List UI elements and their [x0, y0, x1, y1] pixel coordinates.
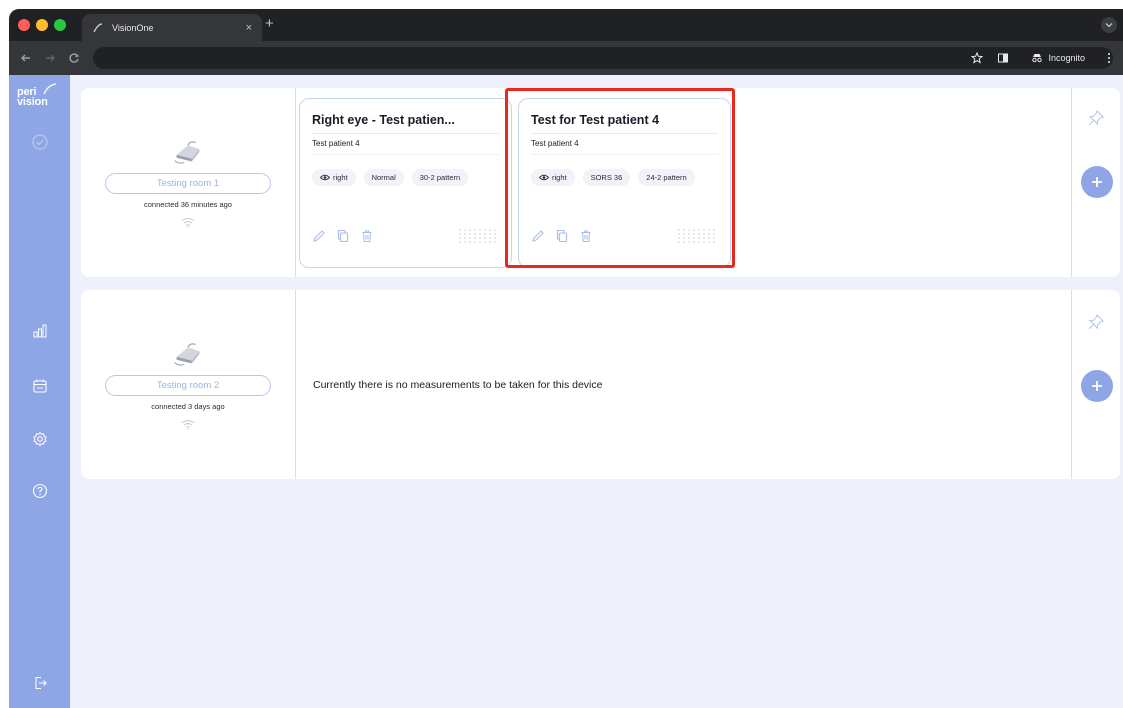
tab-title: VisionOne — [112, 22, 154, 33]
card-actions — [531, 229, 593, 243]
eye-tag: right — [531, 169, 575, 186]
minimize-window-button[interactable] — [36, 19, 48, 31]
empty-measurements-message: Currently there is no measurements to be… — [313, 378, 603, 391]
browser-tab[interactable]: VisionOne × — [82, 14, 262, 41]
eye-tag-label: right — [333, 173, 348, 182]
device-panel: Testing room 2 connected 3 days ago — [81, 290, 295, 479]
forward-arrow-icon[interactable] — [39, 51, 61, 65]
measurement-tags: right Normal 30-2 pattern — [312, 169, 499, 186]
sidebar-item-calendar[interactable] — [29, 375, 51, 397]
card-actions — [312, 229, 374, 243]
incognito-icon — [1032, 54, 1043, 63]
check-circle-icon — [32, 134, 48, 150]
copy-icon[interactable] — [336, 229, 350, 243]
incognito-label: Incognito — [1048, 53, 1085, 63]
incognito-badge[interactable]: Incognito — [1023, 50, 1093, 66]
perivision-logo[interactable]: peri vision — [17, 83, 63, 115]
right-divider — [1071, 290, 1072, 479]
connection-status: connected 36 minutes ago — [144, 200, 232, 209]
sidebar-item-logout[interactable] — [29, 672, 51, 694]
device-panel: Testing room 1 connected 36 minutes ago — [81, 88, 295, 277]
measurement-title: Test for Test patient 4 — [531, 113, 718, 134]
pattern-tag: 24-2 pattern — [638, 169, 695, 186]
bar-chart-icon — [33, 324, 47, 338]
tab-bar: VisionOne × + — [9, 9, 1123, 41]
toolbar-actions: Incognito — [971, 41, 1111, 75]
panel-divider — [295, 88, 296, 277]
trash-icon[interactable] — [579, 229, 593, 243]
strategy-tag: SORS 36 — [582, 169, 631, 186]
add-measurement-button[interactable] — [1081, 166, 1113, 198]
sidebar-item-statistics[interactable] — [29, 320, 51, 342]
wifi-icon — [181, 420, 195, 430]
sidebar: peri vision — [9, 75, 70, 708]
measurement-card[interactable]: Test for Test patient 4 Test patient 4 r… — [518, 98, 731, 268]
room-name-badge[interactable]: Testing room 2 — [105, 375, 271, 396]
logo-arc-icon — [43, 83, 57, 95]
gear-icon — [33, 431, 47, 447]
pattern-tag: 30-2 pattern — [411, 169, 469, 186]
browser-toolbar: Incognito — [9, 41, 1123, 75]
reload-icon[interactable] — [63, 51, 85, 65]
eye-tag: right — [312, 169, 356, 186]
sidebar-item-dashboard[interactable] — [29, 131, 51, 153]
question-circle-icon — [32, 483, 48, 499]
sidebar-item-settings[interactable] — [29, 428, 51, 450]
logo-text-bottom: vision — [17, 96, 48, 108]
connection-status: connected 3 days ago — [151, 402, 225, 411]
eye-icon — [320, 174, 330, 181]
calendar-icon — [33, 379, 47, 393]
star-icon[interactable] — [971, 52, 984, 64]
sidebar-item-help[interactable] — [29, 480, 51, 502]
pin-icon[interactable] — [1086, 312, 1106, 332]
new-tab-button[interactable]: + — [265, 15, 274, 32]
device-card-testing-room-2: Testing room 2 connected 3 days ago Curr… — [81, 290, 1120, 479]
add-measurement-button[interactable] — [1081, 370, 1113, 402]
vr-headset-icon — [174, 141, 200, 164]
pencil-icon[interactable] — [531, 229, 545, 243]
pin-icon[interactable] — [1086, 108, 1106, 128]
tab-search-button[interactable] — [1101, 17, 1117, 33]
device-card-testing-room-1: Testing room 1 connected 36 minutes ago … — [81, 88, 1120, 277]
copy-icon[interactable] — [555, 229, 569, 243]
panel-divider — [295, 290, 296, 479]
plus-icon — [1092, 177, 1102, 187]
back-arrow-icon[interactable] — [15, 51, 37, 65]
chevron-down-icon — [1105, 23, 1113, 28]
more-vert-icon[interactable] — [1107, 52, 1111, 64]
pattern-grid-icon[interactable] — [676, 227, 720, 245]
eye-tag-label: right — [552, 173, 567, 182]
measurement-tags: right SORS 36 24-2 pattern — [531, 169, 718, 186]
right-divider — [1071, 88, 1072, 277]
measurement-card[interactable]: Right eye - Test patien... Test patient … — [299, 98, 512, 268]
eye-icon — [539, 174, 549, 181]
trash-icon[interactable] — [360, 229, 374, 243]
sidepanel-icon[interactable] — [997, 52, 1009, 64]
close-window-button[interactable] — [18, 19, 30, 31]
maximize-window-button[interactable] — [54, 19, 66, 31]
pencil-icon[interactable] — [312, 229, 326, 243]
wifi-icon — [181, 218, 195, 228]
pattern-grid-icon[interactable] — [457, 227, 501, 245]
logout-icon — [35, 676, 47, 690]
measurement-title: Right eye - Test patien... — [312, 113, 499, 134]
patient-name: Test patient 4 — [312, 139, 499, 155]
plus-icon — [1092, 381, 1102, 391]
vr-headset-icon — [174, 343, 200, 366]
app-main: peri vision Testing room 1 connected 36 … — [9, 75, 1123, 708]
browser-window: VisionOne × + Incognito peri vision Test… — [9, 9, 1123, 708]
tab-close-icon[interactable]: × — [246, 22, 252, 34]
address-bar[interactable] — [93, 47, 1113, 69]
strategy-tag: Normal — [363, 169, 404, 186]
patient-name: Test patient 4 — [531, 139, 718, 155]
visionone-favicon-icon — [93, 22, 103, 32]
room-name-badge[interactable]: Testing room 1 — [105, 173, 271, 194]
